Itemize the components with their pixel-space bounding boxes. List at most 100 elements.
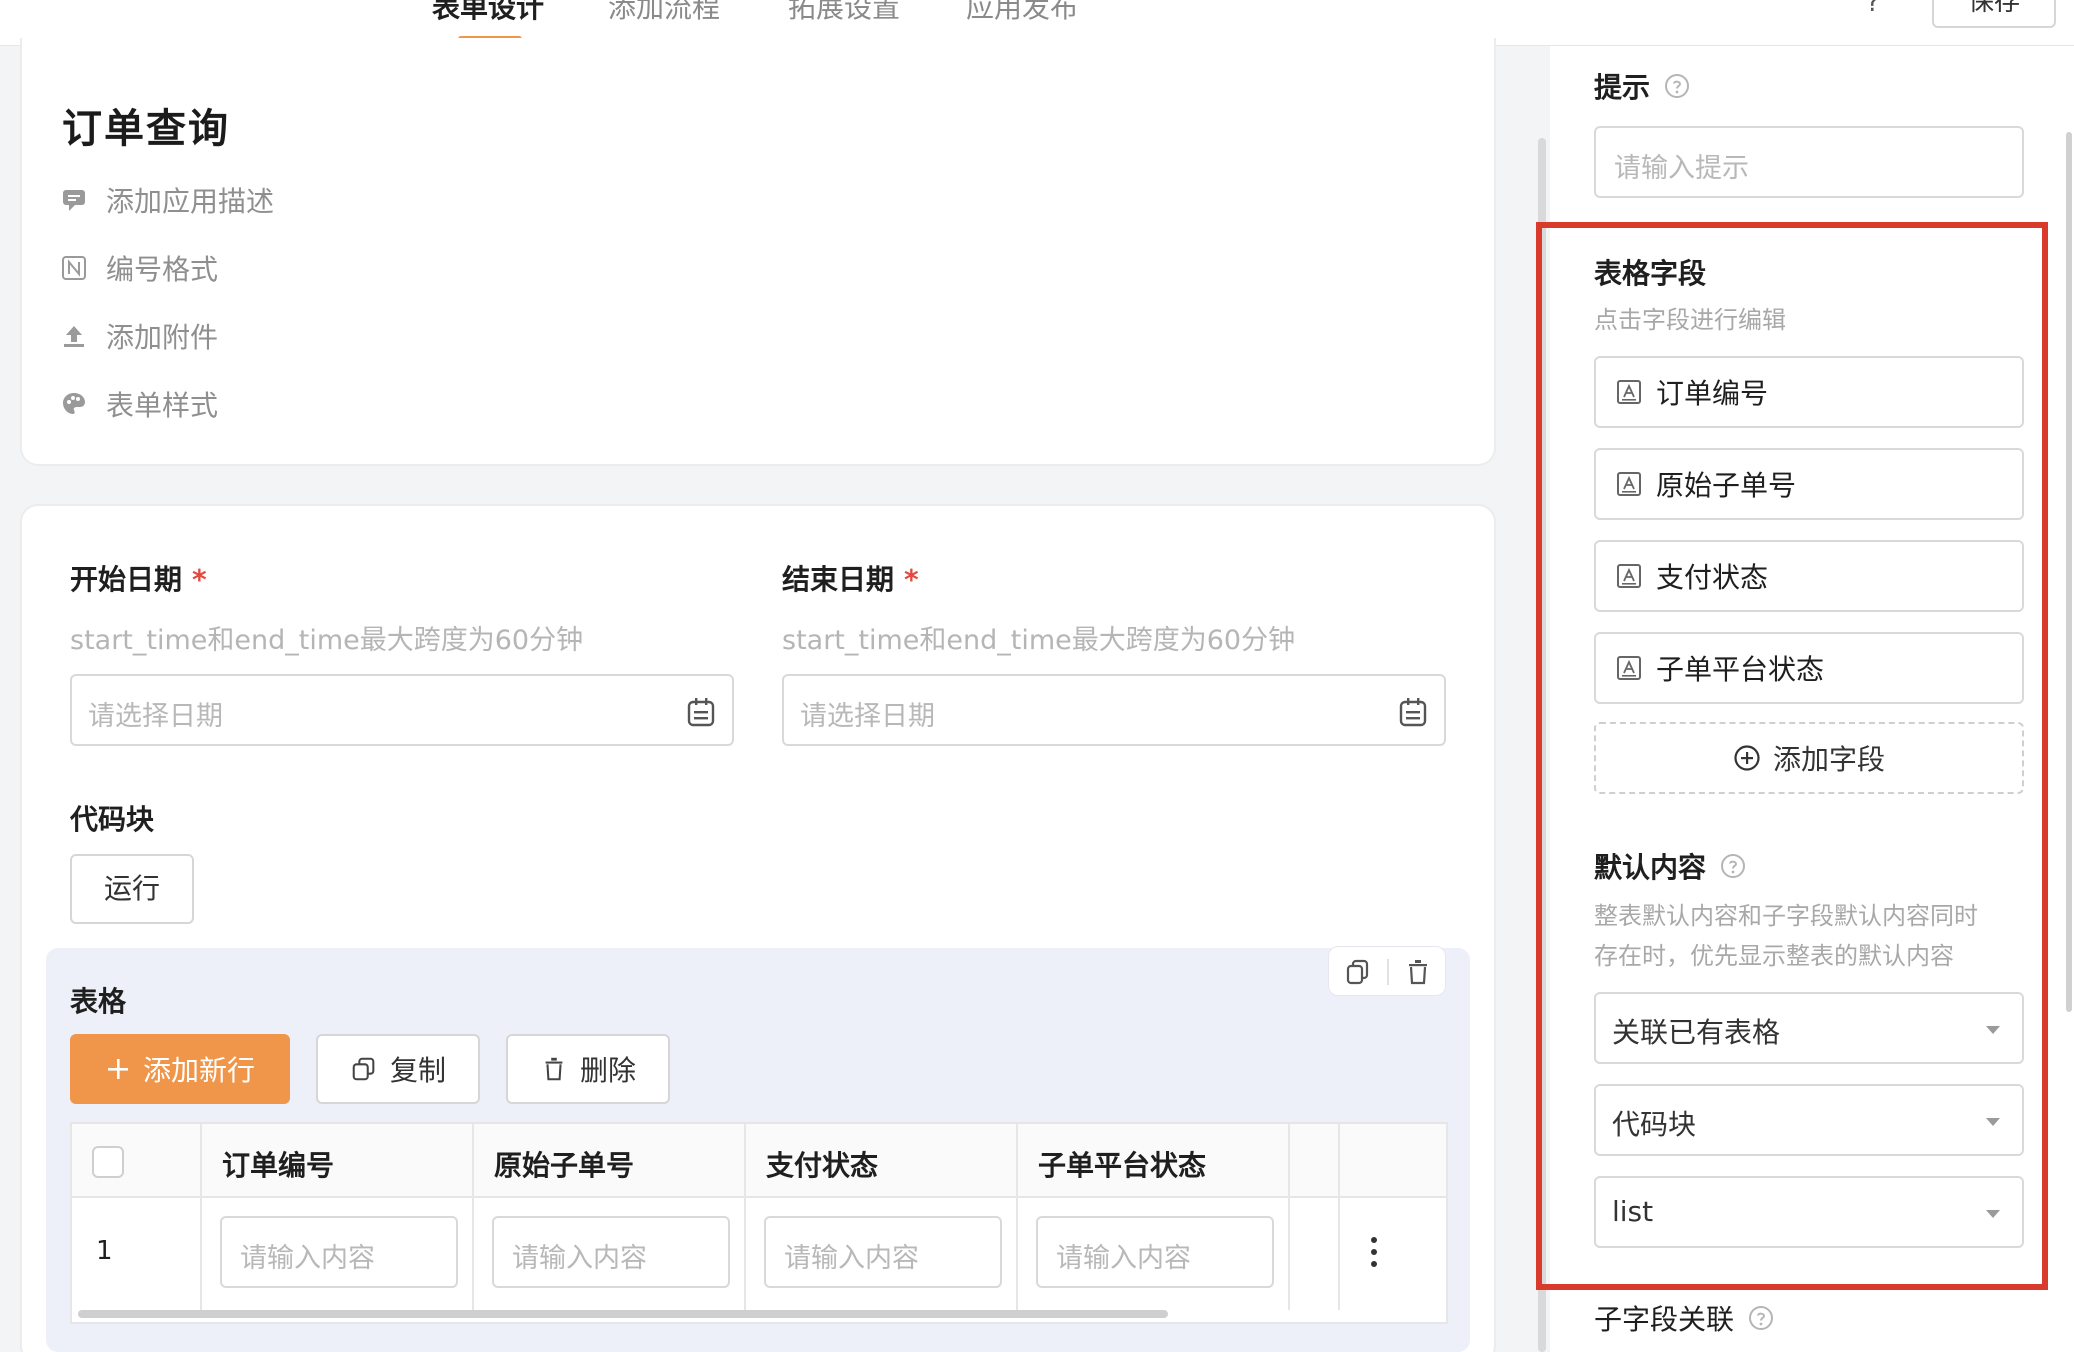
run-button[interactable]: 运行	[70, 854, 194, 924]
add-field-button[interactable]: 添加字段	[1594, 722, 2024, 794]
meta-form-style[interactable]: 表单样式	[60, 384, 218, 424]
select-value: list	[1612, 1195, 1654, 1228]
calendar-icon	[1399, 698, 1427, 727]
cell-input[interactable]: 请输入内容	[764, 1216, 1002, 1288]
save-button[interactable]: 保存	[1932, 0, 2056, 28]
comment-icon	[63, 190, 85, 211]
select-value: 代码块	[1612, 1108, 1697, 1141]
table-label: 表格	[70, 985, 127, 1018]
question-icon[interactable]	[1664, 73, 1690, 99]
table-horizontal-scrollbar[interactable]	[78, 1310, 1168, 1318]
default-content-desc-line1: 整表默认内容和子字段默认内容同时	[1594, 902, 1978, 930]
add-row-label: 添加新行	[142, 1054, 255, 1087]
chevron-down-icon	[1986, 1026, 2000, 1034]
column-divider	[472, 1124, 474, 1310]
column-divider	[1288, 1124, 1290, 1310]
cell-placeholder: 请输入内容	[784, 1243, 919, 1274]
column-header: 子单平台状态	[1038, 1149, 1207, 1182]
hint-placeholder: 请输入提示	[1614, 153, 1749, 184]
data-table: 订单编号 原始子单号 支付状态 子单平台状态 1 请输入内容 请输入内容 请输入…	[70, 1122, 1448, 1324]
question-icon[interactable]	[1748, 1305, 1774, 1331]
default-source-select[interactable]: 关联已有表格	[1594, 992, 2024, 1064]
source-variable-select[interactable]: list	[1594, 1176, 2024, 1248]
column-divider	[200, 1124, 202, 1310]
tab-app-publish[interactable]: 应用发布	[966, 0, 1078, 26]
chevron-down-icon	[1986, 1210, 2000, 1218]
end-date-picker[interactable]: 请选择日期	[782, 674, 1446, 746]
code-block-label: 代码块	[70, 803, 155, 836]
duplicate-icon[interactable]	[1343, 957, 1373, 987]
meta-add-attachment[interactable]: 添加附件	[60, 316, 218, 356]
column-divider	[744, 1124, 746, 1310]
cell-placeholder: 请输入内容	[1056, 1243, 1191, 1274]
delete-label: 删除	[579, 1054, 636, 1087]
text-field-icon	[1617, 656, 1641, 680]
column-header: 原始子单号	[494, 1149, 635, 1182]
table-component-tools	[1328, 946, 1446, 996]
hint-label: 提示	[1594, 66, 1690, 106]
required-mark: *	[192, 563, 207, 596]
more-actions-icon[interactable]	[1370, 1232, 1378, 1272]
meta-label: 添加应用描述	[106, 185, 275, 218]
trash-icon[interactable]	[1403, 957, 1433, 987]
upload-icon	[64, 326, 84, 347]
cell-input[interactable]: 请输入内容	[1036, 1216, 1274, 1288]
table-fields-sub: 点击字段进行编辑	[1594, 306, 1786, 334]
copy-button[interactable]: 复制	[316, 1034, 480, 1104]
start-date-picker[interactable]: 请选择日期	[70, 674, 734, 746]
start-date-label: 开始日期 *	[70, 558, 207, 598]
end-date-label: 结束日期 *	[782, 558, 919, 598]
end-date-label-text: 结束日期	[782, 563, 895, 596]
table-field-item[interactable]: 原始子单号	[1594, 448, 2024, 520]
tab-extension-settings[interactable]: 拓展设置	[788, 0, 900, 26]
number-format-icon	[62, 256, 86, 280]
cell-input[interactable]: 请输入内容	[492, 1216, 730, 1288]
question-icon[interactable]	[1720, 853, 1746, 879]
source-component-select[interactable]: 代码块	[1594, 1084, 2024, 1156]
default-content-label: 默认内容	[1594, 846, 1746, 886]
plus-circle-icon	[1734, 745, 1760, 771]
table-field-label: 原始子单号	[1656, 469, 1797, 502]
row-index: 1	[96, 1236, 113, 1266]
app-title[interactable]: 订单查询	[62, 96, 230, 154]
sub-field-link-label-text: 子字段关联	[1594, 1303, 1735, 1336]
default-content-label-text: 默认内容	[1594, 851, 1707, 884]
table-field-label: 订单编号	[1656, 377, 1769, 410]
select-value: 关联已有表格	[1612, 1016, 1781, 1049]
meta-label: 添加附件	[106, 321, 219, 354]
end-date-hint: start_time和end_time最大跨度为60分钟	[782, 625, 1296, 656]
table-field-item[interactable]: 订单编号	[1594, 356, 2024, 428]
column-divider	[1016, 1124, 1018, 1310]
table-fields-label: 表格字段	[1594, 257, 1707, 290]
text-field-icon	[1617, 564, 1641, 588]
tab-form-design[interactable]: 表单设计	[432, 0, 544, 26]
help-icon[interactable]: ?	[1866, 0, 1880, 18]
tab-add-process[interactable]: 添加流程	[608, 0, 720, 26]
text-field-icon	[1617, 472, 1641, 496]
start-date-label-text: 开始日期	[70, 563, 183, 596]
table-field-item[interactable]: 支付状态	[1594, 540, 2024, 612]
panel-vertical-scrollbar[interactable]	[2066, 132, 2072, 1012]
column-header: 订单编号	[222, 1149, 335, 1182]
canvas-vertical-scrollbar[interactable]	[1538, 138, 1546, 1352]
table-field-item[interactable]: 子单平台状态	[1594, 632, 2024, 704]
meta-label: 表单样式	[106, 389, 219, 422]
hint-input[interactable]: 请输入提示	[1594, 126, 2024, 198]
sub-field-link-label: 子字段关联	[1594, 1298, 1774, 1338]
start-date-hint: start_time和end_time最大跨度为60分钟	[70, 625, 584, 656]
select-all-checkbox[interactable]	[92, 1146, 124, 1178]
meta-label: 编号格式	[106, 253, 219, 286]
column-header: 支付状态	[766, 1149, 879, 1182]
palette-icon	[63, 393, 85, 414]
start-date-placeholder: 请选择日期	[88, 701, 223, 732]
app-info-card	[20, 38, 1496, 466]
cell-placeholder: 请输入内容	[240, 1243, 375, 1274]
meta-add-description[interactable]: 添加应用描述	[60, 180, 274, 220]
add-row-button[interactable]: 添加新行	[70, 1034, 290, 1104]
cell-input[interactable]: 请输入内容	[220, 1216, 458, 1288]
table-field-label: 子单平台状态	[1656, 653, 1825, 686]
hint-label-text: 提示	[1594, 71, 1651, 104]
meta-number-format[interactable]: 编号格式	[60, 248, 218, 288]
text-field-icon	[1617, 380, 1641, 404]
delete-button[interactable]: 删除	[506, 1034, 670, 1104]
